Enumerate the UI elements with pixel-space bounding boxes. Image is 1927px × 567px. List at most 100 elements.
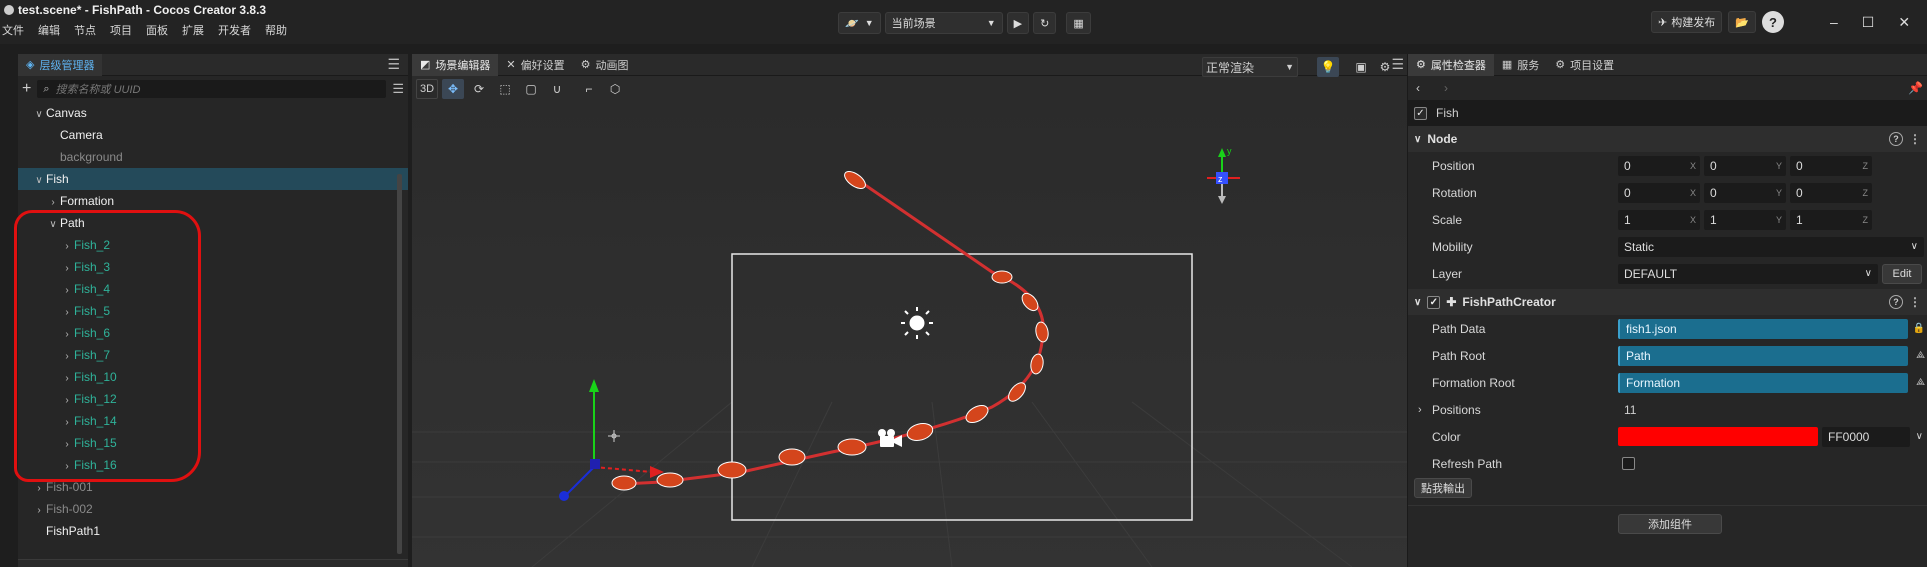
svg-text:y: y <box>1227 146 1232 156</box>
rotation-z-field[interactable]: 0Z <box>1790 182 1872 203</box>
menu-node[interactable]: 节点 <box>72 22 98 38</box>
tree-node-fishpath1[interactable]: FishPath1 <box>18 520 408 542</box>
component-section-header[interactable]: ∨ ✓ ✚ FishPathCreator ? ⋮ <box>1408 289 1927 315</box>
forward-arrow-icon[interactable]: › <box>1444 81 1448 95</box>
tree-scrollbar[interactable] <box>397 174 402 554</box>
tab-services[interactable]: ▦ 服务 <box>1494 54 1547 76</box>
scene-viewport[interactable]: z y <box>412 102 1412 567</box>
search-input[interactable]: ⌕ 搜索名称或 UUID <box>37 80 387 98</box>
qr-button[interactable]: ▦ <box>1066 12 1091 34</box>
maximize-icon[interactable]: ☐ <box>1862 14 1875 31</box>
chevron-right-icon[interactable]: › <box>32 500 46 522</box>
svg-text:z: z <box>1218 174 1223 184</box>
panel-menu-icon[interactable]: ☰ <box>387 56 400 73</box>
build-button[interactable]: ✈ 构建发布 <box>1651 11 1723 33</box>
render-mode-select[interactable]: 正常渲染 ▼ <box>1202 57 1298 77</box>
menu-panel[interactable]: 面板 <box>144 22 170 38</box>
menu-help[interactable]: 帮助 <box>263 22 289 38</box>
rotation-x-field[interactable]: 0X <box>1618 182 1700 203</box>
position-z-field[interactable]: 0Z <box>1790 155 1872 176</box>
more-icon[interactable]: ⋮ <box>1909 295 1921 309</box>
send-icon: ✈ <box>1658 16 1668 29</box>
rotation-y-field[interactable]: 0Y <box>1704 182 1786 203</box>
tree-node-camera[interactable]: Camera <box>18 124 408 146</box>
mobility-select[interactable]: Static ∨ <box>1618 236 1924 257</box>
tab-hierarchy[interactable]: ◈ 层级管理器 <box>18 53 103 76</box>
tree-node-background[interactable]: background <box>18 146 408 168</box>
layer-select[interactable]: DEFAULT ∨ <box>1618 263 1878 284</box>
refresh-button[interactable]: ↻ <box>1033 12 1057 34</box>
tree-node-formation[interactable]: › Formation <box>18 190 408 212</box>
close-icon[interactable]: ✕ <box>1898 14 1910 31</box>
lightbulb-icon[interactable]: 💡 <box>1317 57 1339 77</box>
tab-animation-graph[interactable]: ⚙ 动画图 <box>573 54 637 76</box>
chevron-down-icon[interactable]: ∨ <box>32 104 46 126</box>
sort-icon[interactable]: ☰ <box>392 81 404 97</box>
minimize-icon[interactable]: – <box>1830 14 1838 31</box>
tree-node-fish[interactable]: ∨ Fish <box>18 168 408 190</box>
move-tool-icon[interactable]: ✥ <box>442 79 465 99</box>
pin-icon[interactable]: 📌 <box>1908 81 1923 95</box>
menu-bar: 文件 编辑 节点 项目 面板 扩展 开发者 帮助 <box>0 22 289 38</box>
tree-node-label: Fish-002 <box>46 502 93 516</box>
menu-extension[interactable]: 扩展 <box>180 22 206 38</box>
add-node-icon[interactable]: + <box>22 80 31 98</box>
scale-z-field[interactable]: 1Z <box>1790 209 1872 230</box>
coordinate-toggle-icon[interactable]: ⬡ <box>604 79 626 99</box>
more-icon[interactable]: ⋮ <box>1909 132 1921 146</box>
position-x-field[interactable]: 0X <box>1618 155 1700 176</box>
help-button[interactable]: ? <box>1761 11 1784 33</box>
chevron-right-icon[interactable]: › <box>1418 404 1422 416</box>
formation-root-node-field[interactable]: Formation <box>1618 372 1908 393</box>
path-root-node-field[interactable]: Path <box>1618 345 1908 366</box>
help-icon[interactable]: ? <box>1889 132 1903 146</box>
node-section-header[interactable]: ∨ Node ? ⋮ <box>1408 126 1927 152</box>
path-data-asset-field[interactable]: fish1.json <box>1618 318 1908 339</box>
camera-toggle-icon[interactable]: ▣ <box>1350 57 1372 77</box>
scale-x-field[interactable]: 1X <box>1618 209 1700 230</box>
play-icon: ▶ <box>1013 17 1023 30</box>
snap-tool-icon[interactable]: ∪ <box>546 79 568 99</box>
chevron-down-icon[interactable]: ∨ <box>32 170 46 192</box>
scale-y-field[interactable]: 1Y <box>1704 209 1786 230</box>
refresh-path-checkbox[interactable] <box>1622 457 1635 470</box>
export-button[interactable]: 點我輸出 <box>1414 478 1472 498</box>
lock-icon[interactable]: 🔒 <box>1913 323 1925 334</box>
layer-edit-button[interactable]: Edit <box>1882 263 1922 284</box>
chevron-down-icon: ∨ <box>1910 241 1918 252</box>
node-name-field[interactable]: Fish <box>1436 106 1459 120</box>
folder-button[interactable]: 📂 <box>1728 11 1756 33</box>
positions-row: › Positions 11 <box>1418 402 1637 417</box>
rotate-tool-icon[interactable]: ⟳ <box>468 79 490 99</box>
tree-node-canvas[interactable]: ∨ Canvas <box>18 102 408 124</box>
chevron-down-icon[interactable]: ∨ <box>1916 431 1923 442</box>
rect-tool-icon[interactable]: ▢ <box>520 79 542 99</box>
help-icon[interactable]: ? <box>1889 295 1903 309</box>
color-hex-field[interactable]: FF0000 <box>1822 426 1910 447</box>
settings-icon[interactable]: ⚙ <box>1374 57 1396 77</box>
tab-project-settings[interactable]: ⚙ 项目设置 <box>1547 54 1622 76</box>
scene-select[interactable]: 当前场景 ▼ <box>884 12 1003 34</box>
menu-file[interactable]: 文件 <box>0 22 26 38</box>
component-enabled-checkbox[interactable]: ✓ <box>1427 295 1441 309</box>
add-component-button[interactable]: 添加组件 <box>1618 514 1722 534</box>
tree-node-fish-002[interactable]: › Fish-002 <box>18 498 408 520</box>
tab-inspector[interactable]: ⚙ 属性检查器 <box>1408 53 1494 76</box>
pivot-toggle-icon[interactable]: ⌐ <box>578 79 600 99</box>
back-arrow-icon[interactable]: ‹ <box>1416 81 1420 95</box>
color-swatch[interactable] <box>1618 427 1818 446</box>
menu-developer[interactable]: 开发者 <box>216 22 253 38</box>
menu-project[interactable]: 项目 <box>108 22 134 38</box>
tab-scene-editor[interactable]: ◩ 场景编辑器 <box>412 53 499 76</box>
tab-preferences[interactable]: ✕ 偏好设置 <box>498 54 572 76</box>
scale-tool-icon[interactable]: ⬚ <box>494 79 516 99</box>
node-active-checkbox[interactable]: ✓ <box>1414 106 1427 120</box>
platform-select[interactable]: 🪐 ▼ <box>838 12 881 34</box>
node-link-icon[interactable]: ⟁ <box>1916 377 1925 388</box>
preview-controls: 🪐 ▼ 当前场景 ▼ ▶ ↻ ▦ <box>838 11 1091 35</box>
play-button[interactable]: ▶ <box>1006 12 1030 34</box>
menu-edit[interactable]: 编辑 <box>36 22 62 38</box>
position-y-field[interactable]: 0Y <box>1704 155 1786 176</box>
node-link-icon[interactable]: ⟁ <box>1916 350 1925 361</box>
3d-toggle-button[interactable]: 3D <box>416 79 439 99</box>
